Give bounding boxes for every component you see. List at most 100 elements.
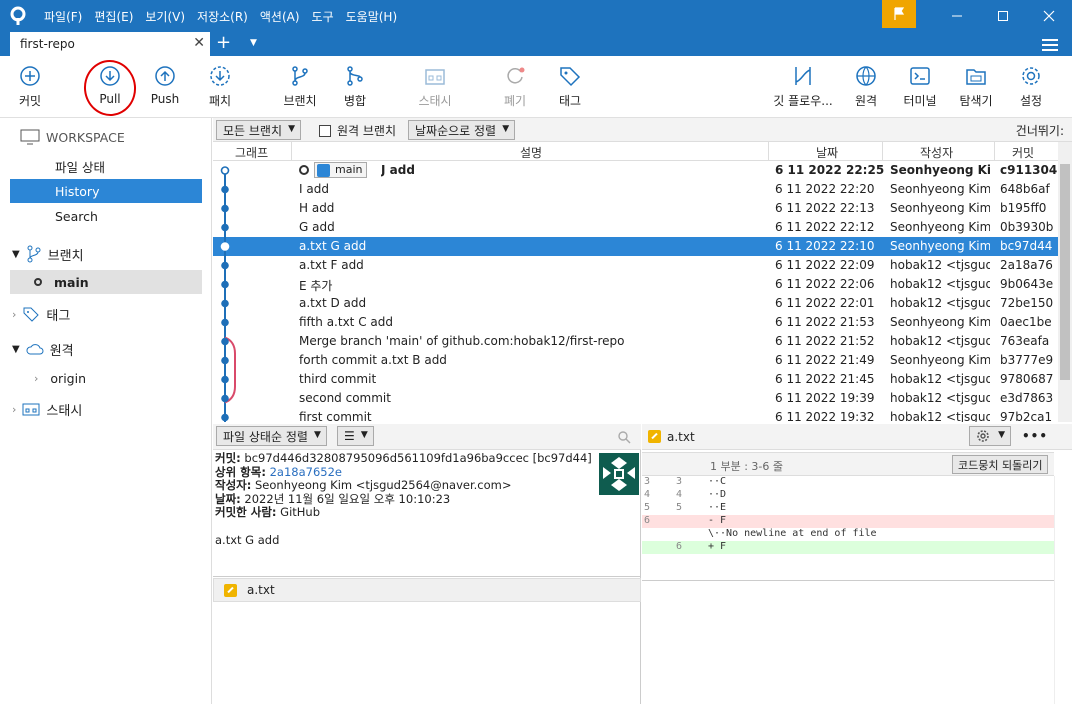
git-flow-icon (795, 67, 811, 85)
commit-hash: 97b2ca1 (1000, 410, 1053, 422)
commit-list-header: 그래프 설명 날짜 작성자 커밋 (213, 142, 1058, 161)
file-sort-dropdown[interactable]: 파일 상태순 정렬 ▼ (216, 426, 327, 446)
push-arrow-icon (155, 66, 175, 86)
tag-button[interactable]: 태그 (542, 64, 598, 109)
diff-line-del[interactable]: 6 - F (642, 515, 1054, 528)
branch-button[interactable]: 브랜치 (272, 64, 328, 109)
commit-row[interactable]: forth commit a.txt B add 6 11 2022 21:49 S… (213, 351, 1058, 370)
workspace-label: WORKSPACE (46, 129, 125, 145)
terminal-button[interactable]: 터미널 (892, 64, 948, 109)
menu-bar: 파일(F) 편집(E) 보기(V) 저장소(R) 액션(A) 도구 도움말(H) (44, 0, 409, 32)
list-view-icon: ☰ (344, 429, 355, 443)
commit-row[interactable]: a.txt D add 6 11 2022 22:01 hobak12 <tjsgu… (213, 294, 1058, 313)
sort-dropdown[interactable]: 날짜순으로 정렬 ▼ (408, 120, 516, 140)
commit-row[interactable]: Merge branch 'main' of github.com:hobak1… (213, 332, 1058, 351)
date-label: 날짜: (215, 491, 241, 506)
commit-list[interactable]: main J add 6 11 2022 22:25 Seonhyeong Kim c9… (213, 161, 1058, 422)
commit-row[interactable]: second commit 6 11 2022 19:39 hobak12 <tjs… (213, 389, 1058, 408)
menu-view[interactable]: 보기(V) (145, 8, 185, 25)
checkbox-box[interactable] (319, 124, 331, 137)
diff-line-ctx[interactable]: 3 3 ··C (642, 476, 1054, 489)
date-value: 2022년 11월 6일 일요일 오후 10:10:23 (244, 491, 451, 506)
stash-button[interactable]: 스태시 (407, 64, 463, 109)
sidebar-item-search[interactable]: Search (10, 204, 202, 228)
column-commit[interactable]: 커밋 (1012, 144, 1034, 161)
merge-button[interactable]: 병합 (327, 64, 383, 109)
diff-line-add[interactable]: 6 + F (642, 541, 1054, 554)
discard-button[interactable]: 폐기 (487, 64, 543, 109)
sidebar-section-tags[interactable]: › 태그 (10, 302, 202, 326)
sidebar-item-file-status[interactable]: 파일 상태 (10, 154, 202, 178)
menu-actions[interactable]: 액션(A) (260, 8, 300, 25)
settings-button[interactable]: 설정 (1003, 64, 1059, 109)
commit-row[interactable]: fifth a.txt C add 6 11 2022 21:53 Seonhyeo… (213, 313, 1058, 332)
commit-row[interactable]: third commit 6 11 2022 21:45 hobak12 <tjsg… (213, 370, 1058, 389)
sidebar-section-stashes[interactable]: › 스태시 (10, 397, 202, 421)
tab-close-icon[interactable]: ✕ (193, 35, 205, 51)
diff-line-ctx[interactable]: 4 4 ··D (642, 489, 1054, 502)
column-description[interactable]: 설명 (520, 144, 542, 161)
menu-file[interactable]: 파일(F) (44, 8, 82, 25)
commit-button[interactable]: 커밋 (2, 64, 58, 109)
menu-tools[interactable]: 도구 (312, 8, 334, 25)
commit-row[interactable]: E 추가 6 11 2022 22:06 hobak12 <tjsgud2 9b064… (213, 275, 1058, 294)
explorer-button[interactable]: 탐색기 (948, 64, 1004, 109)
sidebar-item-remote-origin[interactable]: › origin (10, 366, 202, 390)
commit-row[interactable]: a.txt F add 6 11 2022 22:09 hobak12 <tjsgu… (213, 256, 1058, 275)
minimize-button[interactable] (934, 0, 980, 32)
sidebar-section-remotes[interactable]: ▼ 원격 (10, 337, 202, 361)
diff-line-ctx[interactable]: 5 5 ··E (642, 502, 1054, 515)
flag-button[interactable] (882, 0, 916, 28)
commit-row[interactable]: G add 6 11 2022 22:12 Seonhyeong Kim 0b3930… (213, 218, 1058, 237)
diff-scrollbar[interactable] (1054, 476, 1072, 704)
tab-dropdown-icon[interactable]: ▼ (250, 38, 257, 48)
commit-label: 커밋 (18, 94, 42, 108)
chevron-down-icon: ▼ (998, 430, 1005, 440)
push-button[interactable]: Push (137, 64, 193, 106)
sidebar-item-history[interactable]: History (10, 179, 202, 203)
commit-date: 6 11 2022 22:06 (775, 277, 875, 291)
close-window-button[interactable] (1026, 0, 1072, 32)
commit-row[interactable]: I add 6 11 2022 22:20 Seonhyeong Kim 648b6a… (213, 180, 1058, 199)
revert-hunk-button[interactable]: 코드뭉치 되돌리기 (952, 455, 1049, 474)
modified-file-icon (648, 430, 661, 443)
commit-hash: 648b6af (1000, 182, 1050, 196)
tab-first-repo[interactable]: first-repo ✕ (10, 32, 210, 56)
parent-link[interactable]: 2a18a7652e (270, 465, 342, 479)
column-date[interactable]: 날짜 (816, 144, 838, 161)
fetch-button[interactable]: 패치 (192, 64, 248, 109)
diff-options-dropdown[interactable]: ▼ (969, 426, 1011, 446)
maximize-button[interactable] (980, 0, 1026, 32)
branch-badge[interactable]: main (314, 162, 368, 178)
column-graph[interactable]: 그래프 (235, 144, 268, 161)
commit-row[interactable]: a.txt G add 6 11 2022 22:10 Seonhyeong Kim… (213, 237, 1058, 256)
commit-row[interactable]: first commit 6 11 2022 19:32 hobak12 <tjsg… (213, 408, 1058, 422)
commit-author: hobak12 <tjsgud2 (890, 410, 990, 422)
revert-hunk-label: 코드뭉치 되돌리기 (958, 458, 1043, 472)
menu-edit[interactable]: 편집(E) (94, 8, 133, 25)
menu-help[interactable]: 도움말(H) (346, 8, 398, 25)
branch-filter-dropdown[interactable]: 모든 브랜치 ▼ (216, 120, 302, 140)
old-line-number: 6 (644, 515, 651, 526)
git-flow-button[interactable]: 깃 플로우... (770, 64, 836, 109)
sidebar-item-branch-main[interactable]: main (10, 270, 202, 294)
diff-line-ctx[interactable]: \··No newline at end of file (642, 528, 1054, 541)
commit-row[interactable]: H add 6 11 2022 22:13 Seonhyeong Kim b195ff… (213, 199, 1058, 218)
new-tab-button[interactable]: + (216, 33, 231, 53)
column-author[interactable]: 작성자 (920, 144, 953, 161)
remote-button[interactable]: 원격 (838, 64, 894, 109)
hamburger-menu-icon[interactable] (1042, 37, 1058, 54)
commit-hash: 9780687 (1000, 372, 1054, 386)
commit-hash-value: bc97d446d32808795096d561109fd1a96ba9ccec… (244, 451, 592, 465)
discard-icon (507, 67, 525, 84)
view-mode-dropdown[interactable]: ☰ ▼ (337, 426, 374, 446)
more-options-icon[interactable]: ••• (1022, 429, 1048, 443)
scrollbar-thumb[interactable] (1060, 164, 1070, 380)
commit-description: first commit (299, 410, 372, 422)
changed-file-row[interactable]: a.txt (213, 578, 641, 602)
menu-repository[interactable]: 저장소(R) (197, 8, 248, 25)
remote-branches-checkbox[interactable]: 원격 브랜치 (319, 122, 396, 139)
search-icon[interactable] (617, 430, 631, 444)
sidebar-section-branches[interactable]: ▼ 브랜치 (10, 242, 202, 266)
commit-row[interactable]: main J add 6 11 2022 22:25 Seonhyeong Kim c9… (213, 161, 1058, 180)
